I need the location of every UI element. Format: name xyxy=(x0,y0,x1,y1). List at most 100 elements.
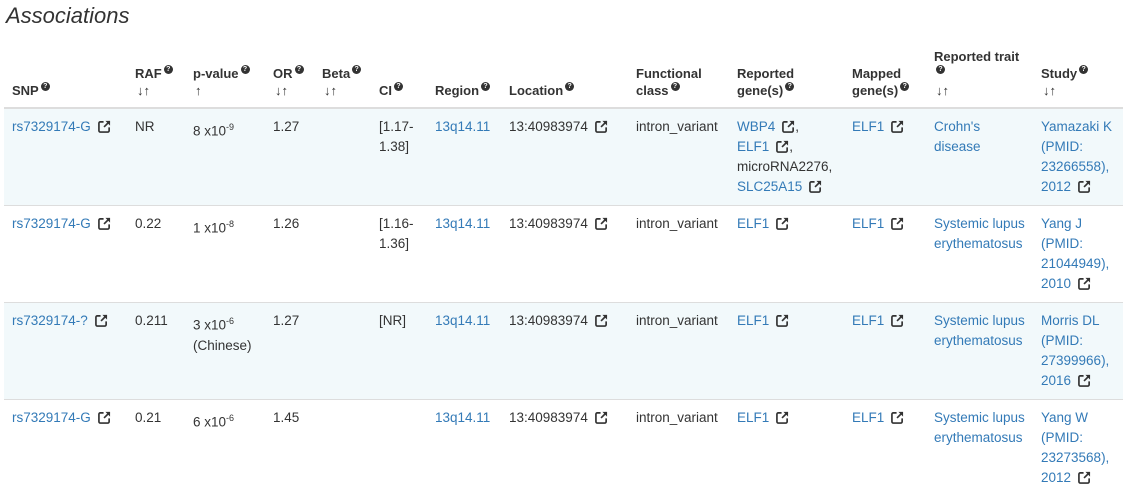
external-link-icon[interactable] xyxy=(891,314,904,327)
column-header-reported_trait[interactable]: Reported trait? ↓↑ xyxy=(926,44,1033,109)
column-label: CI xyxy=(379,83,392,98)
cell-reported-genes: ELF1 xyxy=(729,399,844,497)
cell-reported-genes: ELF1 xyxy=(729,302,844,400)
mapped-gene-link[interactable]: ELF1 xyxy=(852,410,884,425)
external-link-icon[interactable] xyxy=(1078,180,1091,193)
external-link-icon[interactable] xyxy=(97,217,111,230)
external-link-icon[interactable] xyxy=(97,411,111,424)
external-link-icon[interactable] xyxy=(776,217,789,230)
mapped-gene-link[interactable]: ELF1 xyxy=(852,216,884,231)
question-circle-icon[interactable]: ? xyxy=(1079,65,1089,74)
reported-gene: ELF1 xyxy=(737,311,836,331)
sort-icon[interactable]: ↓↑ xyxy=(137,83,150,98)
external-link-icon[interactable] xyxy=(891,411,904,424)
question-circle-icon[interactable]: ? xyxy=(40,82,50,91)
gene-separator: , xyxy=(828,159,833,174)
snp-link[interactable]: rs7329174-? xyxy=(12,313,88,328)
question-circle-icon[interactable]: ? xyxy=(352,65,362,74)
external-link-icon[interactable] xyxy=(891,217,904,230)
column-header-beta[interactable]: Beta? ↓↑ xyxy=(314,44,371,109)
column-header-pvalue[interactable]: p-value? ↑ xyxy=(185,44,265,109)
cell-snp: rs7329174-G xyxy=(4,399,127,497)
external-link-icon[interactable] xyxy=(594,314,608,327)
cell-snp: rs7329174-? xyxy=(4,302,127,400)
sort-icon[interactable]: ↓↑ xyxy=(936,83,949,98)
or-value: 1.27 xyxy=(273,119,300,134)
cell-study: Morris DL (PMID: 27399966), 2016 xyxy=(1033,302,1123,400)
gene-name[interactable]: ELF1 xyxy=(737,313,769,328)
cell-mapped-genes: ELF1 xyxy=(844,399,926,497)
external-link-icon[interactable] xyxy=(594,411,608,424)
question-circle-icon[interactable]: ? xyxy=(394,82,403,91)
study-link[interactable]: Morris DL (PMID: 27399966), 2016 xyxy=(1041,313,1109,388)
gene-name[interactable]: ELF1 xyxy=(737,139,769,154)
column-label: Functional class xyxy=(636,66,702,98)
question-circle-icon[interactable]: ? xyxy=(785,82,795,91)
column-header-reported_genes: Reported gene(s)? xyxy=(729,44,844,109)
question-circle-icon[interactable]: ? xyxy=(900,82,910,91)
snp-link[interactable]: rs7329174-G xyxy=(12,119,91,134)
cell-or: 1.27 xyxy=(265,302,314,400)
table-row: rs7329174-? 0.211 3 x10-6 (Chinese) 1.27 [NR]… xyxy=(4,302,1123,400)
gene-name[interactable]: SLC25A15 xyxy=(737,179,802,194)
column-label: Reported gene(s) xyxy=(737,66,795,98)
region-link[interactable]: 13q14.11 xyxy=(435,313,490,328)
question-circle-icon[interactable]: ? xyxy=(481,82,491,91)
gene-name[interactable]: ELF1 xyxy=(737,410,769,425)
external-link-icon[interactable] xyxy=(1078,471,1091,484)
sort-icon[interactable]: ↓↑ xyxy=(1043,83,1056,98)
question-circle-icon[interactable]: ? xyxy=(163,65,173,74)
gene-name[interactable]: WBP4 xyxy=(737,119,775,134)
mapped-gene-link[interactable]: ELF1 xyxy=(852,119,884,134)
mapped-gene-link[interactable]: ELF1 xyxy=(852,313,884,328)
ci-value: [1.17-1.38] xyxy=(379,119,414,154)
snp-link[interactable]: rs7329174-G xyxy=(12,410,91,425)
gene-name[interactable]: ELF1 xyxy=(737,216,769,231)
question-circle-icon[interactable]: ? xyxy=(670,82,680,91)
question-circle-icon[interactable]: ? xyxy=(565,82,575,91)
cell-functional-class: intron_variant xyxy=(628,399,729,497)
reported-trait-link[interactable]: Systemic lupus erythematosus xyxy=(934,410,1025,445)
reported-trait-link[interactable]: Systemic lupus erythematosus xyxy=(934,313,1025,348)
question-circle-icon[interactable]: ? xyxy=(294,65,304,74)
column-header-raf[interactable]: RAF? ↓↑ xyxy=(127,44,185,109)
functional-class-value: intron_variant xyxy=(636,216,718,231)
external-link-icon[interactable] xyxy=(594,217,608,230)
question-circle-icon[interactable]: ? xyxy=(936,65,945,74)
study-link[interactable]: Yang W (PMID: 23273568), 2012 xyxy=(1041,410,1109,485)
region-link[interactable]: 13q14.11 xyxy=(435,410,490,425)
external-link-icon[interactable] xyxy=(94,314,108,327)
column-header-or[interactable]: OR? ↓↑ xyxy=(265,44,314,109)
study-link[interactable]: Yamazaki K (PMID: 23266558), 2012 xyxy=(1041,119,1112,194)
region-link[interactable]: 13q14.11 xyxy=(435,119,490,134)
external-link-icon[interactable] xyxy=(891,120,904,133)
cell-raf: 0.211 xyxy=(127,302,185,400)
external-link-icon[interactable] xyxy=(776,411,789,424)
study-link[interactable]: Yang J (PMID: 21044949), 2010 xyxy=(1041,216,1109,291)
external-link-icon[interactable] xyxy=(1078,374,1091,387)
external-link-icon[interactable] xyxy=(97,120,111,133)
question-circle-icon[interactable]: ? xyxy=(240,65,250,74)
region-link[interactable]: 13q14.11 xyxy=(435,216,490,231)
cell-beta xyxy=(314,399,371,497)
external-link-icon[interactable] xyxy=(594,120,608,133)
reported-gene: ELF1 xyxy=(737,214,836,234)
column-header-study[interactable]: Study? ↓↑ xyxy=(1033,44,1123,109)
column-label: Mapped gene(s) xyxy=(852,66,902,98)
external-link-icon[interactable] xyxy=(1078,277,1091,290)
external-link-icon[interactable] xyxy=(776,314,789,327)
snp-link[interactable]: rs7329174-G xyxy=(12,216,91,231)
column-label: Reported trait xyxy=(934,49,1020,64)
reported-trait-link[interactable]: Systemic lupus erythematosus xyxy=(934,216,1025,251)
column-header-region: Region? xyxy=(427,44,501,109)
pvalue-value: 8 x10 xyxy=(193,123,227,139)
reported-trait-link[interactable]: Crohn's disease xyxy=(934,119,981,154)
sort-icon[interactable]: ↑ xyxy=(195,83,202,98)
sort-icon[interactable]: ↓↑ xyxy=(275,83,288,98)
external-link-icon[interactable] xyxy=(776,140,789,153)
sort-icon[interactable]: ↓↑ xyxy=(324,83,337,98)
external-link-icon[interactable] xyxy=(782,120,795,133)
external-link-icon[interactable] xyxy=(809,180,822,193)
header-row: SNP? RAF? ↓↑ p-value? ↑ OR? ↓↑ Beta? ↓↑ CI? Region… xyxy=(4,44,1123,109)
page-title: Associations xyxy=(6,3,130,28)
